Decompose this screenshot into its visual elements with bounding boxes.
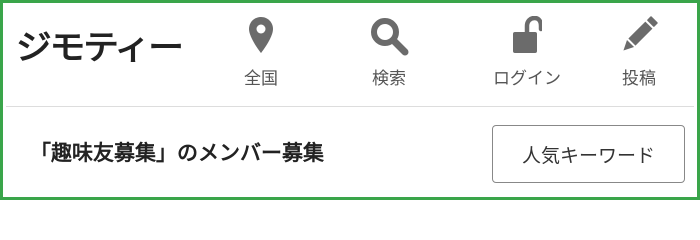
nav-label-post: 投稿: [622, 69, 656, 89]
nav-item-search[interactable]: 検索: [334, 12, 444, 98]
app-frame: ジモティー 全国 検索 ログイン 投稿 「趣味友募集」のメンバー募集 人気キーワ…: [0, 0, 700, 200]
search-icon: [334, 16, 444, 56]
sub-header: 「趣味友募集」のメンバー募集 人気キーワード: [6, 107, 694, 200]
nav-label-login: ログイン: [493, 69, 561, 89]
nav-label-search: 検索: [372, 69, 406, 89]
site-logo[interactable]: ジモティー: [16, 28, 184, 68]
nav-item-nationwide[interactable]: 全国: [206, 12, 316, 98]
unlock-icon: [472, 16, 582, 56]
map-pin-icon: [206, 16, 316, 56]
nav-label-nationwide: 全国: [244, 69, 278, 89]
page-title: 「趣味友募集」のメンバー募集: [30, 141, 324, 165]
popular-keywords-button[interactable]: 人気キーワード: [492, 125, 685, 183]
pencil-icon: [584, 16, 694, 56]
nav-item-login[interactable]: ログイン: [472, 12, 582, 98]
site-header: ジモティー 全国 検索 ログイン 投稿: [6, 6, 694, 107]
nav-item-post[interactable]: 投稿: [584, 12, 694, 98]
